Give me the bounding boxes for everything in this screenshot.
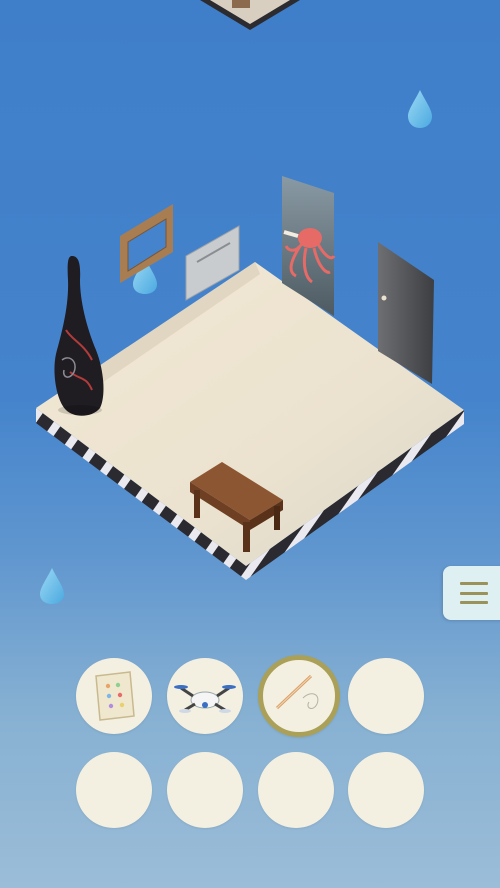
game-screen [0, 0, 500, 888]
upper-room-edge [200, 0, 300, 30]
inventory-slot-empty[interactable] [348, 752, 424, 828]
drone-icon [174, 685, 236, 713]
inventory-slot-wire[interactable] [258, 655, 340, 737]
decorated-vase[interactable] [54, 256, 104, 416]
inventory-slot-empty[interactable] [76, 752, 152, 828]
room-scene [36, 0, 464, 604]
tablet-icon [95, 671, 135, 721]
menu-button[interactable] [443, 566, 500, 620]
inventory-slot-drone[interactable] [167, 658, 243, 734]
water-drop-icon[interactable] [408, 90, 432, 128]
inventory-slot-empty[interactable] [167, 752, 243, 828]
water-drop-icon[interactable] [40, 568, 64, 604]
inventory-slot-empty[interactable] [348, 658, 424, 734]
inventory-slot-empty[interactable] [258, 752, 334, 828]
inventory-slot-tablet[interactable] [76, 658, 152, 734]
wire-icon [275, 674, 319, 710]
hamburger-menu-icon [460, 582, 488, 604]
